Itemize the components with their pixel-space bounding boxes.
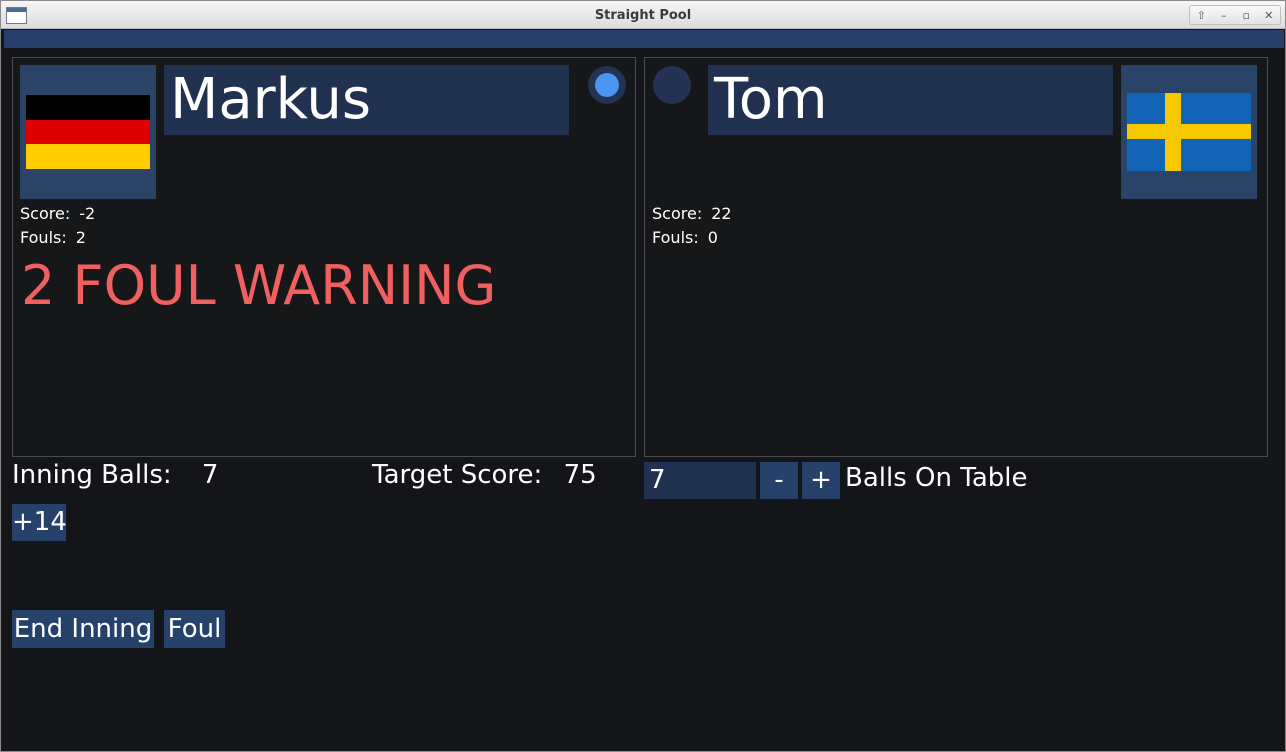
player-name-right[interactable]: Tom (708, 65, 1113, 135)
active-turn-indicator-right (653, 66, 691, 104)
germany-flag-icon (26, 95, 150, 169)
inning-balls-value: 7 (201, 460, 219, 490)
player-name-left[interactable]: Markus (164, 65, 569, 135)
window-title: Straight Pool (594, 8, 692, 23)
score-label: Score: (652, 204, 703, 223)
fouls-row-left: Fouls: 2 (20, 228, 86, 247)
score-value: 22 (711, 204, 732, 223)
foul-button[interactable]: Foul (164, 610, 225, 648)
player-panel-right: Tom Score: 22 Fouls: 0 (644, 57, 1268, 457)
score-row-left: Score: -2 (20, 204, 95, 223)
maximize-icon[interactable]: ▫ (1236, 9, 1256, 22)
score-label: Score: (20, 204, 71, 223)
inning-balls: Inning Balls: 7 (12, 460, 218, 490)
sweden-flag-icon (1127, 93, 1251, 171)
foul-warning-text: 2 FOUL WARNING (21, 254, 497, 317)
target-score-label: Target Score: (372, 460, 543, 490)
target-score: Target Score: 75 (372, 460, 597, 490)
fouls-value: 2 (75, 228, 86, 247)
player-panel-left: Markus Score: -2 Fouls: 2 2 FOUL WARNING (12, 57, 636, 457)
fouls-label: Fouls: (652, 228, 699, 247)
fouls-value: 0 (707, 228, 718, 247)
decrement-balls-button[interactable]: - (760, 462, 798, 499)
score-row-right: Score: 22 (652, 204, 732, 223)
increment-balls-button[interactable]: + (802, 462, 840, 499)
window-controls: ⇧ – ▫ ✕ (1189, 5, 1281, 25)
shade-icon[interactable]: ⇧ (1191, 9, 1211, 22)
balls-on-table-input[interactable]: 7 (644, 462, 756, 499)
player-flag-box-left[interactable] (20, 65, 156, 199)
inning-balls-label: Inning Balls: (12, 460, 172, 490)
player-flag-box-right[interactable] (1121, 65, 1257, 199)
app-window: Straight Pool ⇧ – ▫ ✕ Markus Score: -2 Fo… (0, 0, 1286, 752)
active-turn-indicator-left (588, 66, 626, 104)
end-inning-button[interactable]: End Inning (12, 610, 154, 648)
close-icon[interactable]: ✕ (1259, 9, 1279, 22)
plus-14-button[interactable]: +14 (12, 504, 67, 541)
score-value: -2 (79, 204, 96, 223)
minimize-icon[interactable]: – (1214, 9, 1234, 22)
balls-on-table-label: Balls On Table (845, 463, 1028, 493)
target-score-value: 75 (563, 460, 597, 490)
fouls-label: Fouls: (20, 228, 67, 247)
title-bar[interactable]: Straight Pool ⇧ – ▫ ✕ (1, 1, 1285, 29)
top-bar (4, 30, 1284, 48)
fouls-row-right: Fouls: 0 (652, 228, 718, 247)
